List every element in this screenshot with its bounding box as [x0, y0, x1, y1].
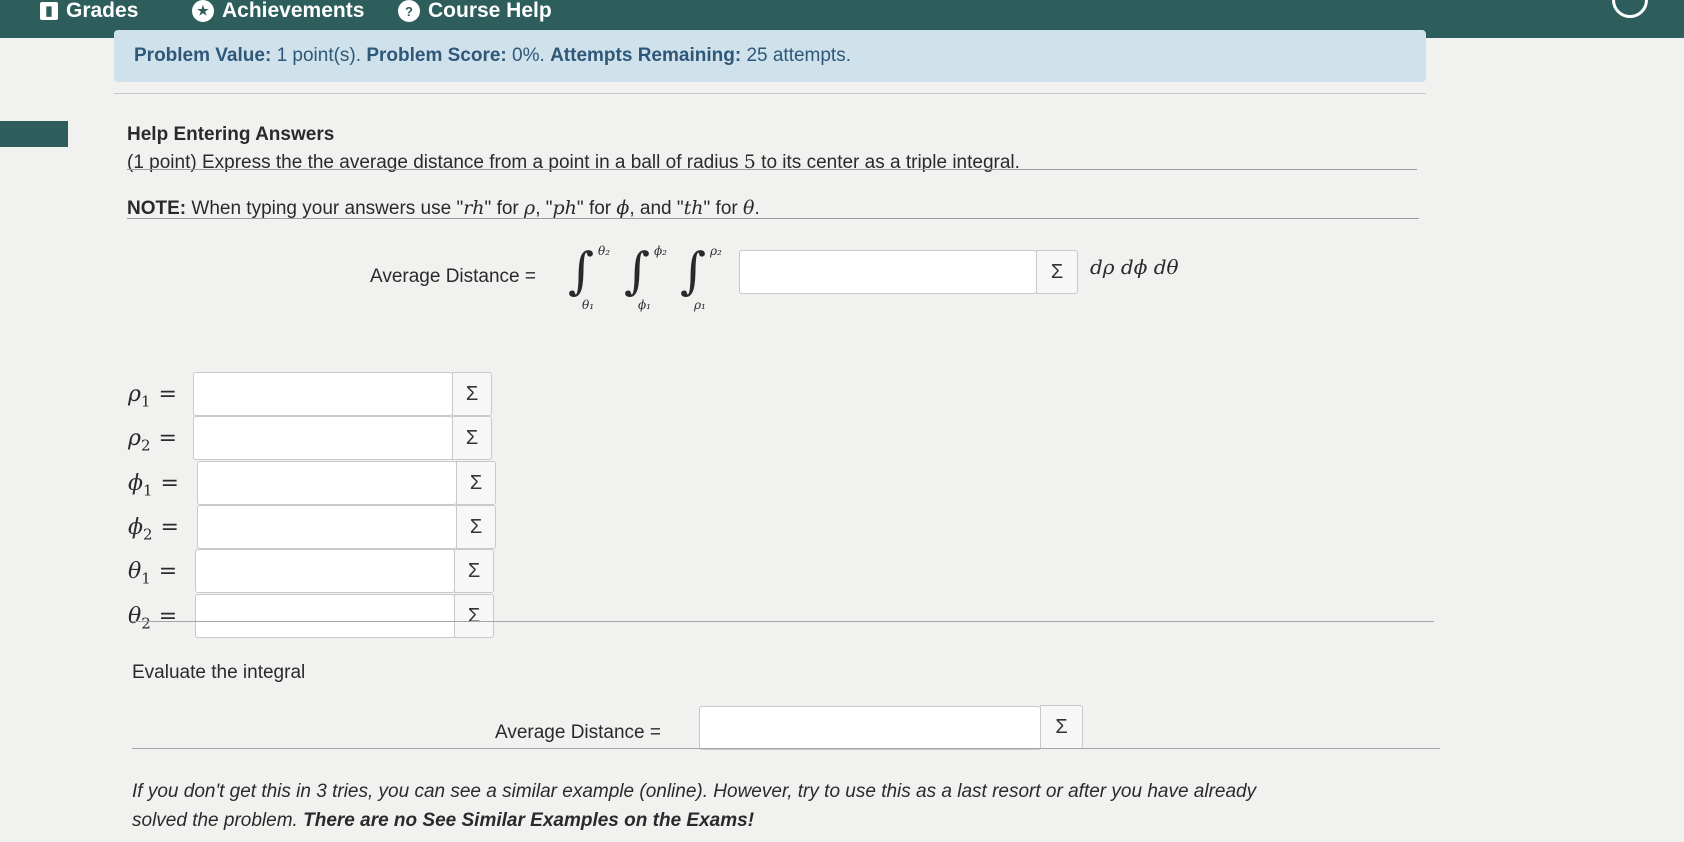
average-distance-result-label: Average Distance = [495, 722, 661, 743]
limit-subscript: 2 [141, 614, 151, 633]
limit-input[interactable] [193, 372, 453, 416]
help-entering-answers-link[interactable]: Help Entering Answers [127, 124, 334, 146]
limit-label: ϕ1 = [128, 471, 179, 499]
nav-achievements-label: Achievements [222, 0, 365, 22]
phi-upper-limit: ϕ₂ [654, 244, 667, 258]
problem-value-label: Problem Value: [134, 45, 272, 66]
differentials: dρ dϕ dθ [1090, 255, 1179, 279]
exam-warning: There are no See Similar Examples on the… [303, 810, 755, 831]
similar-example-note: If you don't get this in 3 tries, you ca… [132, 781, 1256, 803]
phi-lower-limit: ϕ₁ [638, 298, 651, 312]
limit-input[interactable] [195, 594, 455, 638]
limit-subscript: 2 [140, 436, 151, 455]
limit-label: θ1 = [128, 559, 177, 587]
rho-lower-limit: ρ₁ [694, 298, 706, 312]
note-rho: ρ [524, 197, 536, 219]
equals-sign: = [158, 604, 178, 629]
limit-equation-editor-button[interactable]: Σ [452, 416, 492, 460]
integral-sign: ∫ [680, 242, 707, 300]
limit-symbol: ϕ [128, 515, 143, 540]
limit-label: ϕ2 = [128, 515, 179, 543]
limit-equation-editor-button[interactable]: Σ [454, 549, 494, 593]
attempts-remaining-text: 25 attempts. [746, 45, 851, 66]
limit-input[interactable] [197, 505, 457, 549]
limit-symbol: θ [128, 559, 142, 584]
typing-note: NOTE: When typing your answers use "rh" … [127, 197, 760, 220]
bar-chart-icon: ▮ [40, 2, 58, 20]
limit-label: θ2 = [128, 604, 177, 632]
limit-input[interactable] [197, 461, 457, 505]
theta-lower-limit: θ₁ [582, 298, 595, 312]
limit-equation-editor-button[interactable]: Σ [452, 372, 492, 416]
limit-label: ρ1 = [128, 382, 177, 410]
problem-score-label: Problem Score: [366, 45, 507, 66]
similar-example-note-line2: solved the problem. There are no See Sim… [132, 810, 754, 832]
note-th: th [683, 197, 704, 219]
star-icon: ★ [192, 0, 214, 22]
problem-value-text: 1 point(s). [276, 45, 362, 66]
attempts-remaining-label: Attempts Remaining: [550, 45, 742, 66]
note-theta: θ [743, 197, 755, 219]
limit-symbol: ϕ [128, 471, 143, 496]
account-menu-icon[interactable] [1612, 0, 1648, 18]
nav-achievements-link[interactable]: ★ Achievements [192, 0, 364, 22]
note-text: " for [484, 198, 525, 219]
problem-status-banner: Problem Value: 1 point(s). Problem Score… [114, 30, 1426, 82]
nav-grades-link[interactable]: ▮ Grades [40, 0, 138, 22]
equals-sign: = [158, 382, 177, 407]
equals-sign: = [158, 426, 177, 451]
limit-symbol: ρ [128, 382, 141, 407]
limits-divider [132, 621, 1434, 622]
nav-course-help-link[interactable]: ? Course Help [398, 0, 552, 22]
integrand-input[interactable] [739, 250, 1037, 294]
note-text: When typing your answers use " [191, 198, 464, 219]
integral-sign: ∫ [624, 242, 651, 300]
note-rh: rh [463, 197, 485, 219]
average-distance-result-input[interactable] [699, 706, 1041, 750]
side-panel-tab[interactable] [0, 121, 68, 147]
limit-subscript: 1 [143, 481, 153, 500]
limit-subscript: 2 [143, 525, 153, 544]
statement-divider [127, 169, 1417, 170]
limit-label: ρ2 = [128, 426, 177, 454]
limit-symbol: ρ [128, 426, 141, 451]
nav-grades-label: Grades [66, 0, 139, 22]
result-equation-editor-button[interactable]: Σ [1040, 705, 1083, 749]
equals-sign: = [158, 559, 178, 584]
similar-example-note-text: If you don't get this in 3 tries, you ca… [132, 781, 1257, 802]
problem-score-text: 0%. [512, 45, 545, 66]
banner-divider [114, 93, 1426, 94]
note-text: " for [576, 198, 617, 219]
limit-input[interactable] [195, 549, 455, 593]
evaluate-divider [132, 748, 1440, 749]
equals-sign: = [160, 515, 179, 540]
limit-subscript: 1 [141, 569, 151, 588]
question-icon: ? [398, 0, 420, 22]
theta-upper-limit: θ₂ [598, 244, 611, 258]
limit-equation-editor-button[interactable]: Σ [456, 461, 496, 505]
integrand-equation-editor-button[interactable]: Σ [1036, 250, 1078, 294]
note-text: , " [535, 198, 553, 219]
similar-example-note-text: solved the problem. [132, 810, 298, 831]
note-text: , and " [629, 198, 684, 219]
equals-sign: = [160, 471, 179, 496]
note-ph: ph [552, 197, 577, 219]
limit-equation-editor-button[interactable]: Σ [456, 505, 496, 549]
problem-statement: (1 point) Express the the average distan… [127, 151, 1020, 174]
note-text: " for [703, 198, 744, 219]
limit-symbol: θ [128, 604, 142, 629]
rho-upper-limit: ρ₂ [710, 244, 722, 258]
limit-equation-editor-button[interactable]: Σ [454, 594, 494, 638]
limit-subscript: 1 [140, 392, 151, 411]
note-divider [127, 218, 1419, 219]
evaluate-heading: Evaluate the integral [132, 662, 306, 683]
note-phi: ϕ [616, 197, 630, 219]
nav-course-help-label: Course Help [428, 0, 552, 22]
average-distance-integral-label: Average Distance = [370, 266, 536, 287]
note-text: . [754, 198, 760, 219]
integral-sign: ∫ [568, 242, 595, 300]
note-label: NOTE: [127, 198, 187, 219]
limit-input[interactable] [193, 416, 453, 460]
